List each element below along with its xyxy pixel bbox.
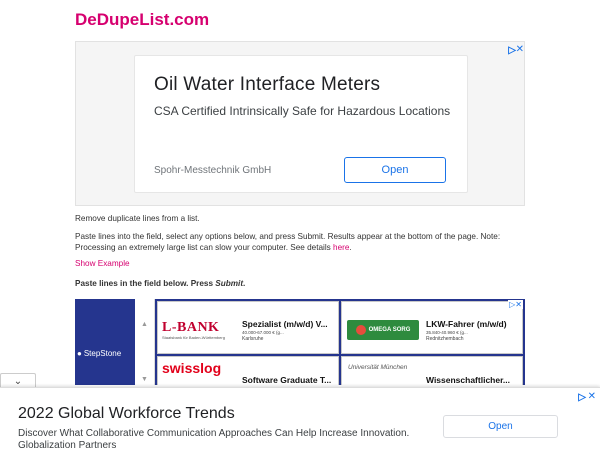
chevron-down-icon: ⌄ [13, 376, 23, 387]
anchor-ad-headline[interactable]: 2022 Global Workforce Trends [18, 405, 235, 423]
job-title: Wissenschaftlicher... [426, 375, 511, 385]
stepstone-column[interactable]: ● StepStone [75, 299, 135, 385]
omega-sorg-logo: OMEGA SORG [347, 320, 419, 340]
arrow-down-icon[interactable]: ▼ [141, 376, 148, 383]
ad-advertiser: Spohr-Messtechnik GmbH [154, 165, 272, 176]
stepstone-brand: StepStone [83, 349, 122, 358]
paste-prompt-submit: Submit [215, 279, 244, 288]
show-example-link[interactable]: Show Example [75, 258, 130, 269]
arrow-up-icon[interactable]: ▲ [141, 321, 148, 328]
paste-prompt-text: Paste lines in the field below. Press [75, 279, 216, 288]
close-ad-icon[interactable]: ✕ [588, 391, 596, 402]
job-title: LKW-Fahrer (m/w/d) [426, 319, 507, 329]
anchor-ad-description: Discover What Collaborative Communicatio… [18, 428, 410, 450]
omega-dot-icon [355, 325, 366, 335]
stepstone-logo[interactable]: ● StepStone [77, 349, 121, 358]
job-location: Karlsruhe [242, 336, 264, 342]
ad-open-button[interactable]: Open [344, 157, 446, 183]
job-salary: 40.000-67.000 € (g... [242, 330, 284, 335]
details-link[interactable]: here [333, 243, 349, 252]
top-ad[interactable]: ▷ ✕ Oil Water Interface Meters CSA Certi… [75, 41, 525, 206]
ad-headline[interactable]: Oil Water Interface Meters [154, 74, 380, 96]
carousel-arrows: ▲ ▼ [135, 299, 155, 385]
lbank-logo: L-BANK [162, 320, 220, 335]
job-card-1[interactable]: L-BANK Staatsbank für Baden-Württemberg … [157, 301, 339, 354]
ad-subline: CSA Certified Intrinsically Safe for Haz… [154, 104, 451, 118]
university-logo: Universität München [348, 364, 408, 371]
omega-sorg-name: OMEGA SORG [368, 327, 411, 333]
job-card-2[interactable]: OMEGA SORG LKW-Fahrer (m/w/d) 35.840-40.… [341, 301, 523, 354]
job-location: Rednitzhembach [426, 336, 464, 342]
lbank-logo-sub: Staatsbank für Baden-Württemberg [162, 335, 225, 340]
paste-prompt: Paste lines in the field below. Press Su… [75, 278, 525, 289]
job-title: Software Graduate T... [242, 375, 332, 385]
instructions-end: . [349, 243, 352, 252]
close-ad-icon[interactable]: ✕ [516, 44, 524, 55]
job-card-3[interactable]: swisslog Software Graduate T... [157, 356, 339, 385]
job-card-4[interactable]: Universität München Wissenschaftlicher..… [341, 356, 523, 385]
adchoices-icon[interactable]: ▷✕ [508, 300, 523, 309]
anchor-ad[interactable]: ▷ ✕ 2022 Global Workforce Trends Discove… [0, 387, 600, 450]
instructions-text: Paste lines into the field, select any o… [75, 231, 525, 253]
job-title: Spezialist (m/w/d) V... [242, 319, 328, 329]
site-title[interactable]: DeDupeList.com [75, 10, 209, 30]
job-salary: 35.840-40.960 € (g... [426, 330, 468, 335]
paste-prompt-end: . [243, 279, 246, 288]
job-ad[interactable]: ● StepStone ▲ ▼ L-BANK Staatsbank für Ba… [75, 299, 525, 385]
stepstone-logo-icon: ● [77, 349, 82, 358]
instructions-body: Paste lines into the field, select any o… [75, 232, 501, 252]
intro-text: Remove duplicate lines from a list. [75, 214, 200, 223]
swisslog-logo: swisslog [162, 360, 222, 376]
adchoices-icon[interactable]: ▷ [578, 392, 586, 403]
anchor-ad-open-button[interactable]: Open [443, 415, 558, 438]
ad-card[interactable]: Oil Water Interface Meters CSA Certified… [134, 55, 468, 193]
